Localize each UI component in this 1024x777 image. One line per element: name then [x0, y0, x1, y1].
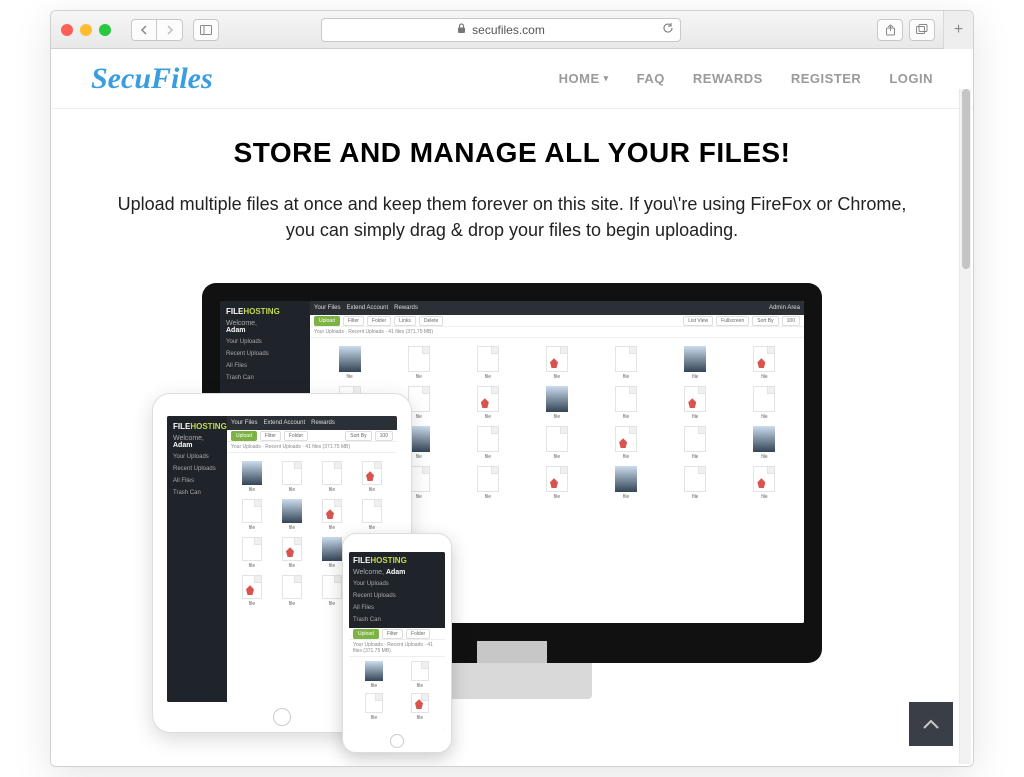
site-logo[interactable]: SecuFiles [91, 62, 213, 96]
main-nav: HOME▾ FAQ REWARDS REGISTER LOGIN [559, 71, 933, 86]
page-content: SecuFiles HOME▾ FAQ REWARDS REGISTER LOG… [51, 49, 973, 766]
back-button[interactable] [131, 19, 157, 41]
minimize-window-icon[interactable] [80, 24, 92, 36]
browser-window: secufiles.com + SecuFiles HOME▾ FAQ REWA… [50, 10, 974, 767]
scrollbar-thumb[interactable] [962, 89, 970, 269]
reload-icon[interactable] [662, 22, 674, 37]
hero-section: STORE AND MANAGE ALL YOUR FILES! Upload … [51, 109, 973, 253]
site-header: SecuFiles HOME▾ FAQ REWARDS REGISTER LOG… [51, 49, 973, 109]
window-controls [61, 24, 111, 36]
nav-register[interactable]: REGISTER [791, 71, 861, 86]
tabs-button[interactable] [909, 19, 935, 41]
sidebar-toggle-button[interactable] [193, 19, 219, 41]
zoom-window-icon[interactable] [99, 24, 111, 36]
hero-title: STORE AND MANAGE ALL YOUR FILES! [101, 137, 923, 169]
share-button[interactable] [877, 19, 903, 41]
nav-buttons [131, 19, 219, 41]
browser-toolbar: secufiles.com + [51, 11, 973, 49]
close-window-icon[interactable] [61, 24, 73, 36]
chevron-down-icon: ▾ [604, 73, 609, 84]
lock-icon [457, 23, 466, 37]
new-tab-button[interactable]: + [943, 11, 973, 49]
address-bar[interactable]: secufiles.com [321, 18, 681, 42]
scrollbar[interactable] [959, 89, 971, 764]
nav-login[interactable]: LOGIN [889, 71, 933, 86]
hero-subtitle: Upload multiple files at once and keep t… [101, 191, 923, 243]
device-mockup: FILEHOSTING Welcome,Adam Your Uploads Re… [162, 283, 862, 723]
toolbar-right [877, 19, 935, 41]
nav-home[interactable]: HOME▾ [559, 71, 609, 86]
chevron-up-icon [922, 718, 940, 730]
address-text: secufiles.com [472, 23, 545, 37]
nav-rewards[interactable]: REWARDS [693, 71, 763, 86]
nav-faq[interactable]: FAQ [637, 71, 665, 86]
scroll-to-top-button[interactable] [909, 702, 953, 746]
phone-mock: FILEHOSTING Welcome, Adam Your Uploads R… [342, 533, 452, 753]
forward-button[interactable] [157, 19, 183, 41]
